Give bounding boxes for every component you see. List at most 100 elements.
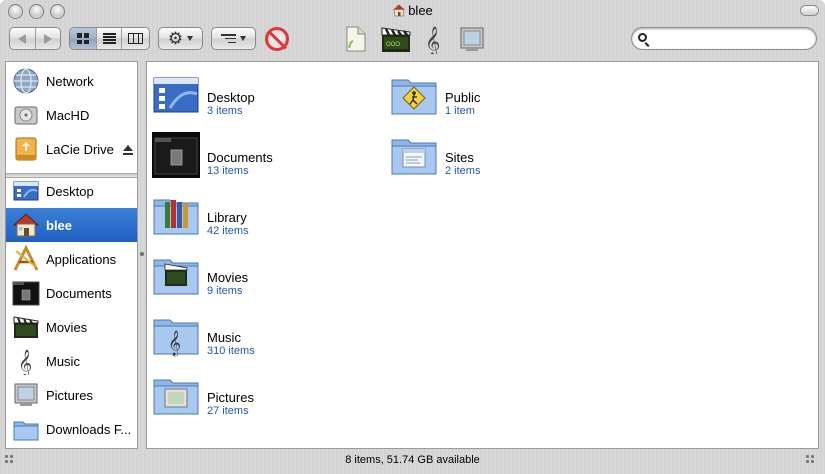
sidebar-item-applications[interactable]: Applications	[6, 242, 137, 276]
icon-view-icon	[76, 33, 89, 44]
list-view-button[interactable]	[97, 28, 123, 49]
resize-grip-right[interactable]	[806, 455, 818, 467]
svg-text:OOO: OOO	[386, 42, 400, 48]
folder-item-music[interactable]: 𝄞 Music 310 items	[147, 310, 367, 360]
navigation-control	[9, 27, 61, 50]
window-title: blee	[408, 3, 433, 18]
folder-item-desktop[interactable]: Desktop 3 items	[147, 70, 367, 120]
eject-icon[interactable]	[123, 145, 133, 155]
forward-button[interactable]	[36, 28, 61, 49]
sidebar-item-label: Pictures	[46, 387, 93, 403]
documents-folder-icon	[152, 132, 200, 178]
movie-clapper-icon[interactable]: OOO	[380, 24, 412, 54]
no-entry-icon[interactable]	[265, 27, 289, 51]
sidebar-item-network[interactable]: Network	[6, 64, 137, 98]
title-bar: blee	[0, 0, 825, 22]
folder-item-library[interactable]: Library 42 items	[147, 190, 367, 240]
music-folder-icon: 𝄞	[153, 319, 199, 356]
sidebar-item-label: Movies	[46, 319, 88, 335]
icon-view-button[interactable]	[70, 28, 97, 49]
item-name: Public	[445, 90, 481, 105]
movies-folder-icon	[153, 259, 199, 295]
desktop-icon	[10, 175, 42, 207]
applications-icon	[10, 243, 42, 275]
svg-text:𝄞: 𝄞	[425, 26, 440, 54]
item-count: 9 items	[207, 285, 243, 297]
sidebar-item-movies[interactable]: Movies	[6, 310, 137, 344]
back-arrow-icon	[18, 33, 27, 44]
sidebar-item-documents[interactable]: Documents	[6, 276, 137, 310]
folder-item-public[interactable]: Public 1 item	[385, 70, 605, 120]
sidebar-item-label: LaCie Drive	[46, 141, 114, 157]
sidebar-item-desktop[interactable]: Desktop	[6, 174, 137, 208]
arrange-icon	[221, 34, 236, 43]
item-name: Documents	[207, 150, 273, 165]
svg-text:𝄞: 𝄞	[18, 349, 32, 375]
sidebar-item-label: Desktop	[46, 183, 94, 199]
svg-text:𝄞: 𝄞	[168, 330, 181, 356]
item-name: Desktop	[207, 90, 255, 105]
action-menu-button[interactable]: ⚙	[158, 27, 203, 50]
finder-window: blee ⚙ OOO 𝄞 Network MacHD LaCie Drive D…	[0, 0, 825, 474]
item-count: 3 items	[207, 105, 243, 117]
movies-icon	[10, 311, 42, 343]
arrange-menu-button[interactable]	[211, 27, 256, 50]
item-count: 1 item	[445, 105, 475, 117]
music-clef-icon[interactable]: 𝄞	[419, 24, 449, 54]
sidebar-item-label: blee	[46, 217, 73, 233]
item-name: Movies	[207, 270, 249, 285]
sidebar-item-label: Documents	[46, 285, 112, 301]
picture-frame-icon[interactable]	[457, 24, 487, 54]
sidebar-item-label: Applications	[46, 251, 117, 267]
item-count: 27 items	[207, 405, 249, 417]
chevron-down-icon	[187, 36, 194, 41]
sites-folder-icon	[391, 139, 437, 175]
toolbar-toggle-button[interactable]	[800, 5, 819, 16]
search-field[interactable]	[631, 27, 817, 50]
sidebar-item-blee[interactable]: blee	[6, 208, 137, 242]
sidebar: Network MacHD LaCie Drive Desktop blee A…	[5, 61, 138, 449]
column-view-button[interactable]	[122, 28, 149, 49]
search-icon	[638, 33, 647, 42]
item-count: 42 items	[207, 225, 249, 237]
downloads-folder-icon	[10, 413, 42, 445]
desktop-folder-icon	[153, 77, 199, 113]
home-icon	[393, 4, 406, 17]
view-control	[69, 27, 150, 50]
pictures-folder-icon	[153, 379, 199, 415]
list-view-icon	[102, 33, 116, 44]
sidebar-item-machd[interactable]: MacHD	[6, 98, 137, 132]
network-globe-icon	[10, 65, 42, 97]
music-icon: 𝄞	[10, 345, 42, 377]
folder-item-pictures[interactable]: Pictures 27 items	[147, 370, 367, 420]
folder-item-movies[interactable]: Movies 9 items	[147, 250, 367, 300]
usb-drive-icon	[10, 133, 42, 165]
sidebar-item-label: Music	[46, 353, 80, 369]
search-input[interactable]	[654, 31, 804, 46]
folder-item-documents[interactable]: Documents 13 items	[147, 130, 367, 180]
action-menu-inner: ⚙	[159, 28, 202, 49]
library-folder-icon	[153, 199, 199, 235]
documents-icon	[10, 277, 42, 309]
arrange-menu-inner	[212, 28, 255, 49]
pictures-icon	[10, 379, 42, 411]
sidebar-item-downloads-folder[interactable]: Downloads F...	[6, 412, 137, 446]
hard-drive-icon	[10, 99, 42, 131]
document-icon[interactable]	[341, 24, 371, 54]
file-browser-content: Desktop 3 items Documents 13 items Libra…	[146, 61, 819, 449]
sidebar-item-pictures[interactable]: Pictures	[6, 378, 137, 412]
status-bar: 8 items, 51.74 GB available	[345, 454, 480, 466]
item-name: Library	[207, 210, 247, 225]
back-button[interactable]	[10, 28, 36, 49]
sidebar-splitter[interactable]	[139, 250, 145, 258]
gear-icon: ⚙	[167, 29, 184, 48]
item-count: 310 items	[207, 345, 255, 357]
item-name: Pictures	[207, 390, 254, 405]
sidebar-item-music[interactable]: 𝄞 Music	[6, 344, 137, 378]
sidebar-item-label: Network	[46, 73, 94, 89]
public-folder-icon	[391, 79, 437, 115]
folder-item-sites[interactable]: Sites 2 items	[385, 130, 605, 180]
item-count: 2 items	[445, 165, 481, 177]
chevron-down-icon	[240, 36, 246, 41]
sidebar-item-lacie-drive[interactable]: LaCie Drive	[6, 132, 137, 166]
